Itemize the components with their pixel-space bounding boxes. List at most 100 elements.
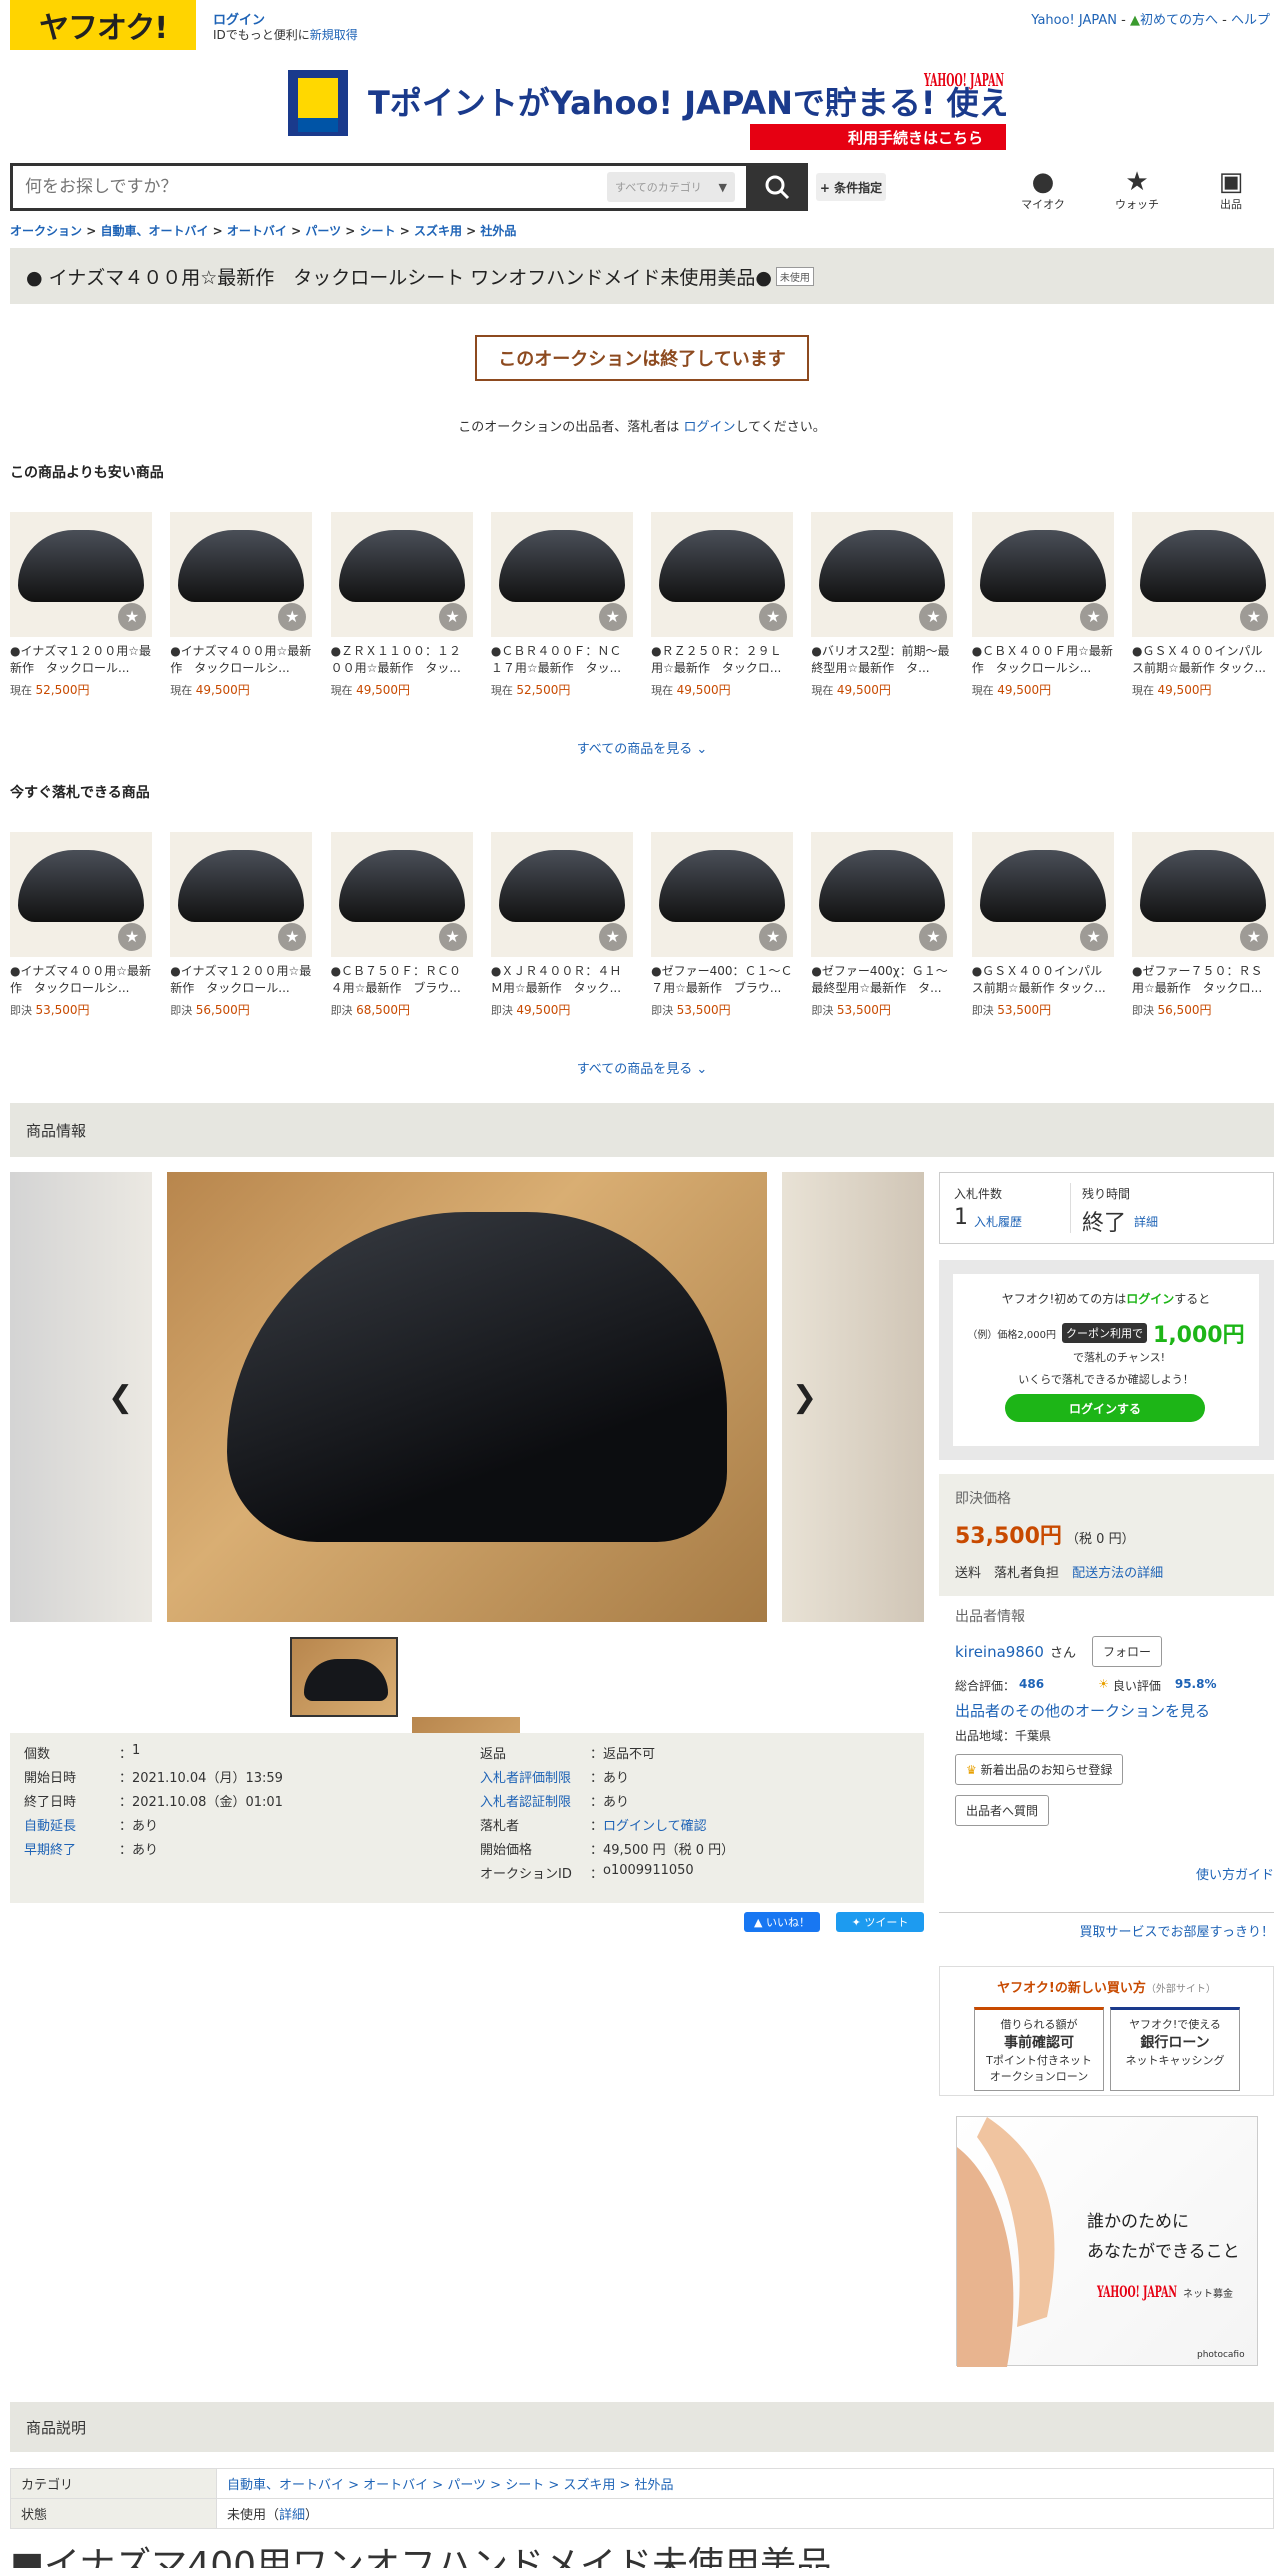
mypage-button[interactable]: ● マイオク	[1008, 168, 1078, 212]
rating-link[interactable]: 486	[1019, 1677, 1044, 1694]
watch-star-icon[interactable]: ★	[278, 923, 307, 951]
watch-star-icon[interactable]: ★	[759, 923, 788, 951]
product-card[interactable]: ★ ●ＺＲＸ１１００：１２００用☆最新作 タッ... 現在 49,500円	[330, 512, 473, 698]
like-button[interactable]: ▲ いいね！	[744, 1912, 820, 1932]
product-title: ●ＧＳＸ４００インパルス前期☆最新作 タック...	[971, 964, 1106, 995]
register-link[interactable]: 新規取得	[310, 28, 358, 42]
description-table: カテゴリ 自動車、オートバイ > オートバイ > パーツ > シート > スズキ用…	[10, 2468, 1274, 2529]
promo-login-button[interactable]: ログインする	[1005, 1394, 1205, 1422]
search-button[interactable]	[746, 163, 808, 211]
watch-star-icon[interactable]: ★	[438, 923, 467, 951]
watch-star-icon[interactable]: ★	[1239, 603, 1268, 631]
bank-loan-button[interactable]: ヤフオク!で使える 銀行ローン ネットキャッシング	[1110, 2007, 1240, 2091]
guide-link[interactable]: 使い方ガイド	[939, 1864, 1274, 1883]
follow-button[interactable]: フォロー	[1091, 1636, 1162, 1667]
winner-login-link[interactable]: ログインして確認	[603, 1815, 707, 1834]
product-card[interactable]: ★ ●ＧＳＸ４００インパルス前期☆最新作 タック... 即決 53,500円	[971, 832, 1114, 1018]
breadcrumb-item[interactable]: オートバイ	[227, 224, 287, 238]
watch-star-icon[interactable]: ★	[118, 603, 146, 631]
good-rating-link[interactable]: 95.8%	[1175, 1677, 1217, 1694]
buy-service-link[interactable]: 買取サービスでお部屋すっきり！	[939, 1912, 1274, 1940]
product-card[interactable]: ★ ●イナズマ４００用☆最新作 タックロールシ... 現在 49,500円	[170, 512, 313, 698]
bidder-auth-link[interactable]: 入札者認証制限	[480, 1791, 590, 1810]
watch-star-icon[interactable]: ★	[278, 603, 307, 631]
breadcrumb-item[interactable]: スズキ用	[414, 224, 462, 238]
watch-star-icon[interactable]: ★	[1239, 923, 1268, 951]
watch-star-icon[interactable]: ★	[598, 603, 627, 631]
notify-new-button[interactable]: ♛ 新着出品のお知らせ登録	[955, 1754, 1124, 1785]
condition-key: 状態	[10, 2498, 217, 2529]
product-card[interactable]: ★ ●イナズマ４００用☆最新作 タックロールシ... 即決 53,500円	[10, 832, 152, 1018]
watch-star-icon[interactable]: ★	[438, 603, 467, 631]
detail-row: 入札者認証制限：あり	[480, 1791, 629, 1810]
breadcrumb-item[interactable]: オークション	[10, 224, 82, 238]
product-card[interactable]: ★ ●ＲＺ２５０Ｒ：２９Ｌ用☆最新作 タックロ... 現在 49,500円	[651, 512, 794, 698]
cheaper-more-link[interactable]: すべての商品を見る ⌄	[0, 738, 1284, 757]
yahoo-japan-link[interactable]: Yahoo! JAPAN	[1031, 13, 1117, 28]
product-card[interactable]: ★ ●ゼファー７５０：ＲＳ用☆最新作 タックロ... 即決 56,500円	[1131, 832, 1274, 1018]
product-card[interactable]: ★ ●ゼファー400χ：Ｇ１～最終型用☆最新作 タ... 即決 53,500円	[811, 832, 954, 1018]
product-card[interactable]: ★ ●ＣＢＲ４００Ｆ：ＮＣ１７用☆最新作 タッ... 現在 52,500円	[490, 512, 633, 698]
ask-seller-button[interactable]: 出品者へ質問	[955, 1795, 1050, 1826]
tpoint-banner-sub: 利用手続きはこちら	[848, 129, 983, 147]
promo-login-link[interactable]: ログイン	[1126, 1292, 1174, 1306]
chevron-right-icon[interactable]: ❯	[792, 1380, 817, 1415]
sell-button[interactable]: ▣ 出品	[1196, 168, 1266, 212]
watch-star-icon[interactable]: ★	[759, 603, 788, 631]
watch-star-icon[interactable]: ★	[1079, 923, 1108, 951]
product-price: 即決 56,500円	[1131, 1003, 1212, 1017]
product-card[interactable]: ★ ●イナズマ１２００用☆最新作 タックロール... 即決 56,500円	[170, 832, 313, 1018]
gallery-main-image[interactable]	[167, 1172, 767, 1622]
search-input[interactable]	[13, 166, 607, 208]
tpoint-banner[interactable]: TポイントがYahoo! JAPANで貯まる! 使える! YAHOO! JAPA…	[288, 64, 1056, 150]
star-icon: ★	[1125, 167, 1149, 197]
product-card[interactable]: ★ ●ＣＢ７５０Ｆ：ＲＣ０４用☆最新作 ブラウ... 即決 68,500円	[330, 832, 473, 1018]
seller-other-auctions-link[interactable]: 出品者のその他のオークションを見る	[955, 1700, 1274, 1721]
breadcrumb-item[interactable]: シート	[360, 224, 396, 238]
condition-button[interactable]: + 条件指定	[816, 173, 886, 201]
product-card[interactable]: ★ ●バリオス2型：前期～最終型用☆最新作 タ... 現在 49,500円	[811, 512, 954, 698]
watch-star-icon[interactable]: ★	[118, 923, 146, 951]
category-select[interactable]: すべてのカテゴリ ▼	[607, 172, 735, 202]
watch-star-icon[interactable]: ★	[919, 603, 948, 631]
breadcrumb-item[interactable]: 自動車、オートバイ	[100, 224, 208, 238]
early-end-link[interactable]: 早期終了	[24, 1839, 119, 1858]
bird-icon: ✦	[851, 1915, 861, 1929]
product-card[interactable]: ★ ●ゼファー400：Ｃ１～Ｃ７用☆最新作 ブラウ... 即決 53,500円	[651, 832, 794, 1018]
breadcrumb-item[interactable]: パーツ	[305, 224, 341, 238]
category-path-link[interactable]: 自動車、オートバイ > オートバイ > パーツ > シート > スズキ用 > 社…	[227, 2478, 674, 2493]
watch-star-icon[interactable]: ★	[919, 923, 948, 951]
loan-preapproval-button[interactable]: 借りられる額が 事前確認可 Tポイント付きネット オークションローン	[974, 2007, 1104, 2091]
ended-login-link[interactable]: ログイン	[683, 420, 735, 435]
watch-button[interactable]: ★ ウォッチ	[1102, 168, 1172, 212]
search-bar: すべてのカテゴリ ▼	[10, 163, 808, 211]
seller-name-link[interactable]: kireina9860	[955, 1643, 1044, 1661]
product-card[interactable]: ★ ●ＸＪＲ４００Ｒ：４ＨＭ用☆最新作 タック... 即決 49,500円	[490, 832, 633, 1018]
tweet-button[interactable]: ✦ ツイート	[836, 1912, 924, 1932]
condition-detail-link[interactable]: 詳細	[279, 2508, 305, 2523]
bid-history-link[interactable]: 入札履歴	[974, 1213, 1022, 1230]
time-detail-link[interactable]: 詳細	[1134, 1213, 1158, 1230]
product-title: ●ＣＢＸ４００Ｆ用☆最新作 タックロールシ...	[971, 644, 1113, 675]
yahuoku-logo[interactable]: ヤフオク!	[10, 0, 196, 50]
product-image: ★	[971, 512, 1114, 637]
gallery-thumbnail[interactable]	[290, 1637, 398, 1717]
charity-banner[interactable]: 誰かのために あなたができること YAHOO! JAPAN ネット募金 phot…	[956, 2116, 1258, 2367]
product-card[interactable]: ★ ●ＣＢＸ４００Ｆ用☆最新作 タックロールシ... 現在 49,500円	[971, 512, 1114, 698]
breadcrumb-item[interactable]: 社外品	[480, 224, 516, 238]
product-info-heading: 商品情報	[10, 1103, 1274, 1157]
beginners-link[interactable]: 初めての方へ	[1140, 13, 1218, 28]
product-price: 即決 53,500円	[971, 1003, 1052, 1017]
buynow-more-link[interactable]: すべての商品を見る ⌄	[0, 1058, 1284, 1077]
product-card[interactable]: ★ ●ＧＳＸ４００インパルス前期☆最新作 タック... 現在 49,500円	[1131, 512, 1274, 698]
bidder-rating-link[interactable]: 入札者評価制限	[480, 1767, 590, 1786]
shipping-detail-link[interactable]: 配送方法の詳細	[1072, 1566, 1163, 1581]
watch-star-icon[interactable]: ★	[1079, 603, 1108, 631]
product-card[interactable]: ★ ●イナズマ１２００用☆最新作 タックロール... 現在 52,500円	[10, 512, 152, 698]
coupon-badge: クーポン利用で	[1062, 1323, 1148, 1343]
auto-extend-link[interactable]: 自動延長	[24, 1815, 119, 1834]
shipping-value: 落札者負担	[994, 1566, 1060, 1581]
help-link[interactable]: ヘルプ	[1231, 13, 1270, 28]
chevron-left-icon[interactable]: ❮	[108, 1380, 133, 1415]
watch-star-icon[interactable]: ★	[598, 923, 627, 951]
